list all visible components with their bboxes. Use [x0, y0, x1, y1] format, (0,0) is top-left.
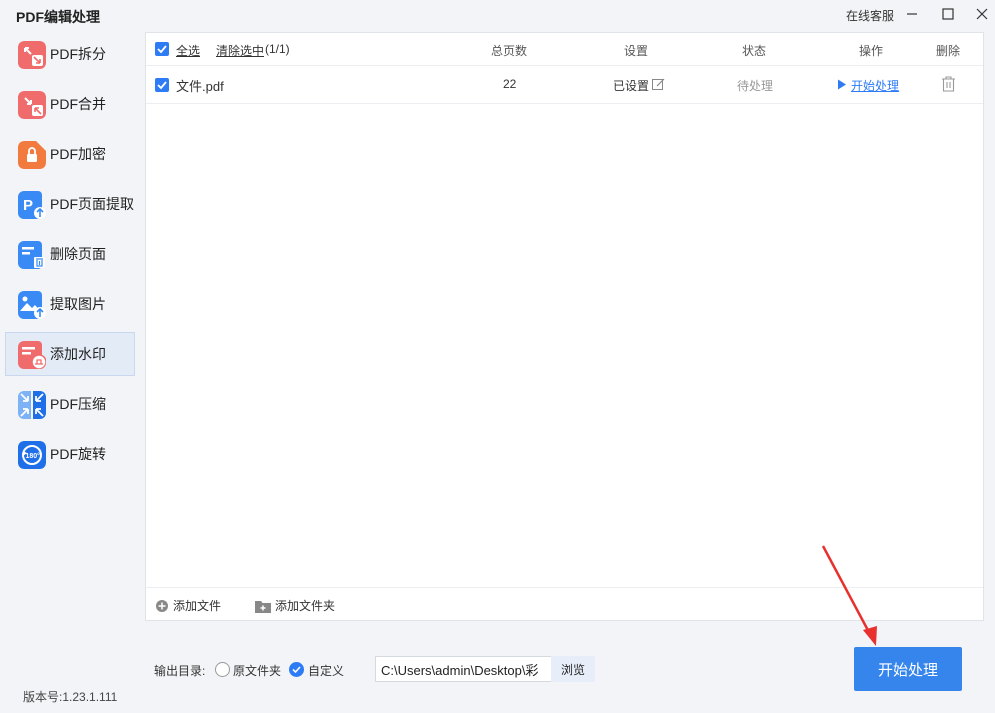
close-icon[interactable]: [969, 2, 995, 26]
online-support-link[interactable]: 在线客服: [846, 7, 894, 24]
delete-page-icon: [18, 241, 45, 269]
maximize-icon[interactable]: [935, 2, 961, 26]
select-all-link[interactable]: 全选: [176, 42, 200, 59]
sidebar-item-pdf-compress[interactable]: PDF压缩: [5, 382, 135, 426]
svg-text:P: P: [23, 197, 33, 214]
sidebar-item-label: PDF合并: [50, 96, 106, 112]
sidebar-item-label: 添加水印: [50, 346, 106, 362]
sidebar-item-label: 删除页面: [50, 246, 106, 262]
sidebar-item-delete-pages[interactable]: 删除页面: [5, 232, 135, 276]
sidebar-item-pdf-page-extract[interactable]: P PDF页面提取: [5, 182, 135, 226]
column-header-status: 状态: [742, 44, 767, 58]
plus-circle-icon: [156, 599, 168, 612]
output-path-input[interactable]: [375, 656, 552, 682]
sidebar-item-label: PDF压缩: [50, 396, 106, 412]
sidebar-item-label: PDF旋转: [50, 446, 106, 462]
compress-icon: [18, 391, 46, 419]
table-header: 全选 清除选中 (1/1) 总页数 设置 状态 操作 删除: [146, 33, 983, 66]
file-list-panel: 全选 清除选中 (1/1) 总页数 设置 状态 操作 删除 文件.pdf 22 …: [145, 32, 984, 621]
play-icon[interactable]: [837, 79, 847, 90]
sidebar-item-pdf-merge[interactable]: PDF合并: [5, 82, 135, 126]
add-file-button[interactable]: 添加文件: [155, 597, 221, 614]
file-name: 文件.pdf: [176, 79, 224, 94]
row-checkbox[interactable]: [155, 78, 169, 92]
title-bar: PDF编辑处理 在线客服: [0, 0, 995, 30]
sidebar-item-label: 提取图片: [50, 296, 106, 312]
add-folder-button[interactable]: 添加文件夹: [255, 597, 335, 614]
minimize-icon[interactable]: [899, 2, 925, 26]
settings-status[interactable]: 已设置: [613, 77, 649, 94]
page-count: 22: [503, 77, 517, 91]
column-header-settings: 设置: [624, 44, 649, 58]
status-badge: 待处理: [737, 79, 774, 93]
column-header-action: 操作: [859, 44, 884, 58]
sidebar-item-label: PDF加密: [50, 146, 106, 162]
radio-custom-folder-label: 自定义: [308, 664, 345, 678]
sidebar-item-extract-images[interactable]: 提取图片: [5, 282, 135, 326]
sidebar-item-pdf-encrypt[interactable]: PDF加密: [5, 132, 135, 176]
watermark-icon: [18, 341, 46, 369]
column-header-pages: 总页数: [491, 44, 528, 58]
svg-text:180°: 180°: [26, 452, 41, 460]
sidebar-item-pdf-split[interactable]: PDF拆分: [5, 32, 135, 76]
sidebar-item-add-watermark[interactable]: 添加水印: [5, 332, 135, 376]
sidebar-item-label: PDF拆分: [50, 46, 106, 62]
start-process-button[interactable]: 开始处理: [854, 647, 962, 691]
output-dir-label: 输出目录:: [154, 664, 206, 678]
folder-plus-icon: [255, 600, 271, 613]
page-extract-icon: P: [18, 191, 46, 219]
clear-selected-link[interactable]: 清除选中: [216, 42, 264, 59]
selected-count: (1/1): [265, 42, 290, 56]
split-icon: [18, 41, 46, 69]
version-label: 版本号:1.23.1.111: [23, 690, 118, 704]
add-folder-label: 添加文件夹: [275, 599, 336, 613]
add-file-label: 添加文件: [173, 599, 222, 613]
radio-original-folder[interactable]: [215, 662, 230, 677]
sidebar-item-label: PDF页面提取: [50, 196, 134, 212]
radio-custom-folder[interactable]: [289, 662, 304, 677]
trash-icon[interactable]: [941, 76, 956, 92]
browse-button[interactable]: 浏览: [551, 656, 595, 682]
sidebar-item-pdf-rotate[interactable]: 180° PDF旋转: [5, 432, 135, 476]
app-title: PDF编辑处理: [16, 9, 100, 25]
annotation-arrow-icon: [821, 545, 877, 646]
table-row: 文件.pdf 22 已设置 待处理 开始处理: [146, 66, 983, 104]
lock-icon: [18, 141, 46, 169]
edit-icon[interactable]: [652, 78, 665, 91]
merge-icon: [18, 91, 46, 119]
start-process-link[interactable]: 开始处理: [851, 77, 899, 94]
rotate-icon: 180°: [18, 441, 46, 469]
column-header-delete: 删除: [936, 44, 961, 58]
radio-original-folder-label: 原文件夹: [233, 664, 282, 678]
select-all-checkbox[interactable]: [155, 42, 169, 56]
image-extract-icon: [18, 291, 46, 319]
